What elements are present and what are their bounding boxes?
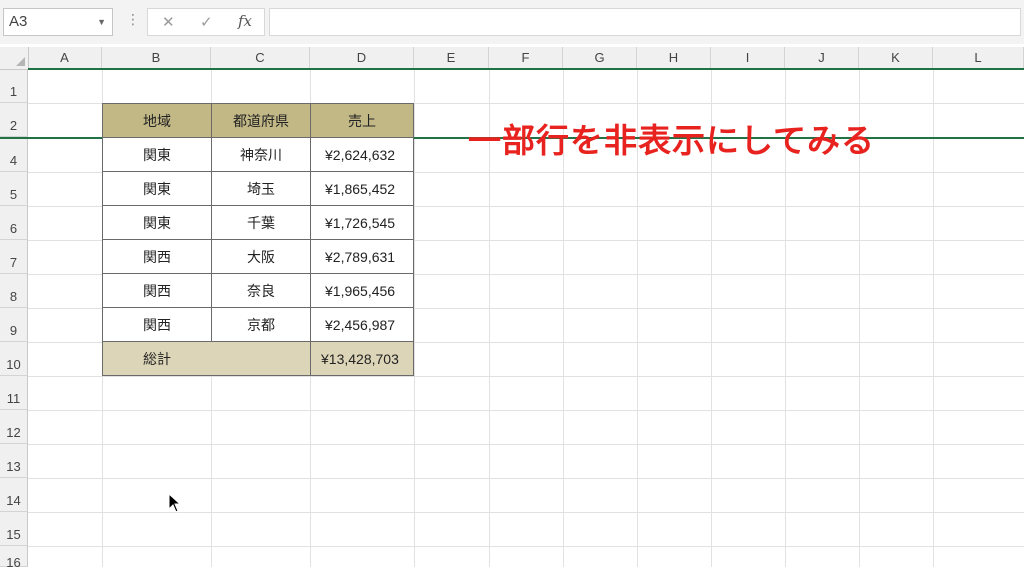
header-region[interactable]: 地域	[102, 103, 212, 138]
row-header-8[interactable]: 8	[0, 274, 28, 308]
formula-bar: A3 ▼ ⋮ ✕ ✓ fx	[0, 0, 1024, 44]
table-cell-sales[interactable]: ¥2,624,632	[310, 137, 414, 172]
row-header-10[interactable]: 10	[0, 342, 28, 376]
row-header-16[interactable]: 16	[0, 546, 28, 570]
table-cell-prefecture[interactable]: 埼玉	[211, 171, 311, 206]
table-cell-sales[interactable]: ¥1,726,545	[310, 205, 414, 240]
name-box-value: A3	[9, 13, 28, 30]
mouse-cursor-icon	[168, 493, 182, 513]
table-cell-prefecture[interactable]: 京都	[211, 307, 311, 342]
row-header-9[interactable]: 9	[0, 308, 28, 342]
header-sales[interactable]: 売上	[310, 103, 414, 138]
column-header-e[interactable]: E	[414, 47, 489, 69]
more-options-icon[interactable]: ⋮	[126, 12, 140, 28]
formula-buttons: ✕ ✓ fx	[147, 8, 265, 36]
row-header-7[interactable]: 7	[0, 240, 28, 274]
column-header-c[interactable]: C	[211, 47, 310, 69]
table-cell-prefecture[interactable]: 奈良	[211, 273, 311, 308]
column-header-l[interactable]: L	[933, 47, 1024, 69]
table-cell-sales[interactable]: ¥1,965,456	[310, 273, 414, 308]
total-label[interactable]: 総計	[102, 341, 311, 376]
table-cell-prefecture[interactable]: 大阪	[211, 239, 311, 274]
column-header-k[interactable]: K	[859, 47, 933, 69]
column-header-i[interactable]: I	[711, 47, 785, 69]
chevron-down-icon[interactable]: ▼	[97, 9, 106, 35]
column-header-g[interactable]: G	[563, 47, 637, 69]
table-cell-region[interactable]: 関東	[102, 205, 212, 240]
table-cell-region[interactable]: 関西	[102, 307, 212, 342]
column-headers: A B C D E F G H I J K L	[0, 47, 1024, 70]
row-header-6[interactable]: 6	[0, 206, 28, 240]
row-header-12[interactable]: 12	[0, 410, 28, 444]
insert-function-icon[interactable]: fx	[238, 12, 252, 30]
table-cell-prefecture[interactable]: 神奈川	[211, 137, 311, 172]
row-header-15[interactable]: 15	[0, 512, 28, 546]
table-cell-region[interactable]: 関東	[102, 137, 212, 172]
column-header-d[interactable]: D	[310, 47, 414, 69]
select-all-button[interactable]	[0, 47, 29, 69]
header-prefecture[interactable]: 都道府県	[211, 103, 311, 138]
total-value[interactable]: ¥13,428,703	[310, 341, 414, 376]
column-header-a[interactable]: A	[28, 47, 102, 69]
column-header-j[interactable]: J	[785, 47, 859, 69]
table-cell-region[interactable]: 関東	[102, 171, 212, 206]
sales-table: 地域 都道府県 売上 関東 神奈川 ¥2,624,632 関東 埼玉 ¥1,86…	[102, 103, 414, 376]
table-cell-sales[interactable]: ¥2,789,631	[310, 239, 414, 274]
enter-icon[interactable]: ✓	[200, 13, 213, 31]
row-header-4[interactable]: 4	[0, 137, 28, 172]
row-header-13[interactable]: 13	[0, 444, 28, 478]
row-header-2[interactable]: 2	[0, 103, 28, 137]
table-cell-region[interactable]: 関西	[102, 239, 212, 274]
name-box[interactable]: A3 ▼	[3, 8, 113, 36]
row-header-11[interactable]: 11	[0, 376, 28, 410]
table-cell-sales[interactable]: ¥1,865,452	[310, 171, 414, 206]
table-cell-region[interactable]: 関西	[102, 273, 212, 308]
row-header-1[interactable]: 1	[0, 70, 28, 103]
row-header-5[interactable]: 5	[0, 172, 28, 206]
column-header-b[interactable]: B	[102, 47, 211, 69]
row-header-14[interactable]: 14	[0, 478, 28, 512]
table-cell-sales[interactable]: ¥2,456,987	[310, 307, 414, 342]
column-header-f[interactable]: F	[489, 47, 563, 69]
column-header-h[interactable]: H	[637, 47, 711, 69]
formula-input[interactable]	[269, 8, 1021, 36]
annotation-text: 一部行を非表示にしてみる	[468, 121, 876, 160]
cancel-icon[interactable]: ✕	[162, 13, 175, 31]
table-cell-prefecture[interactable]: 千葉	[211, 205, 311, 240]
